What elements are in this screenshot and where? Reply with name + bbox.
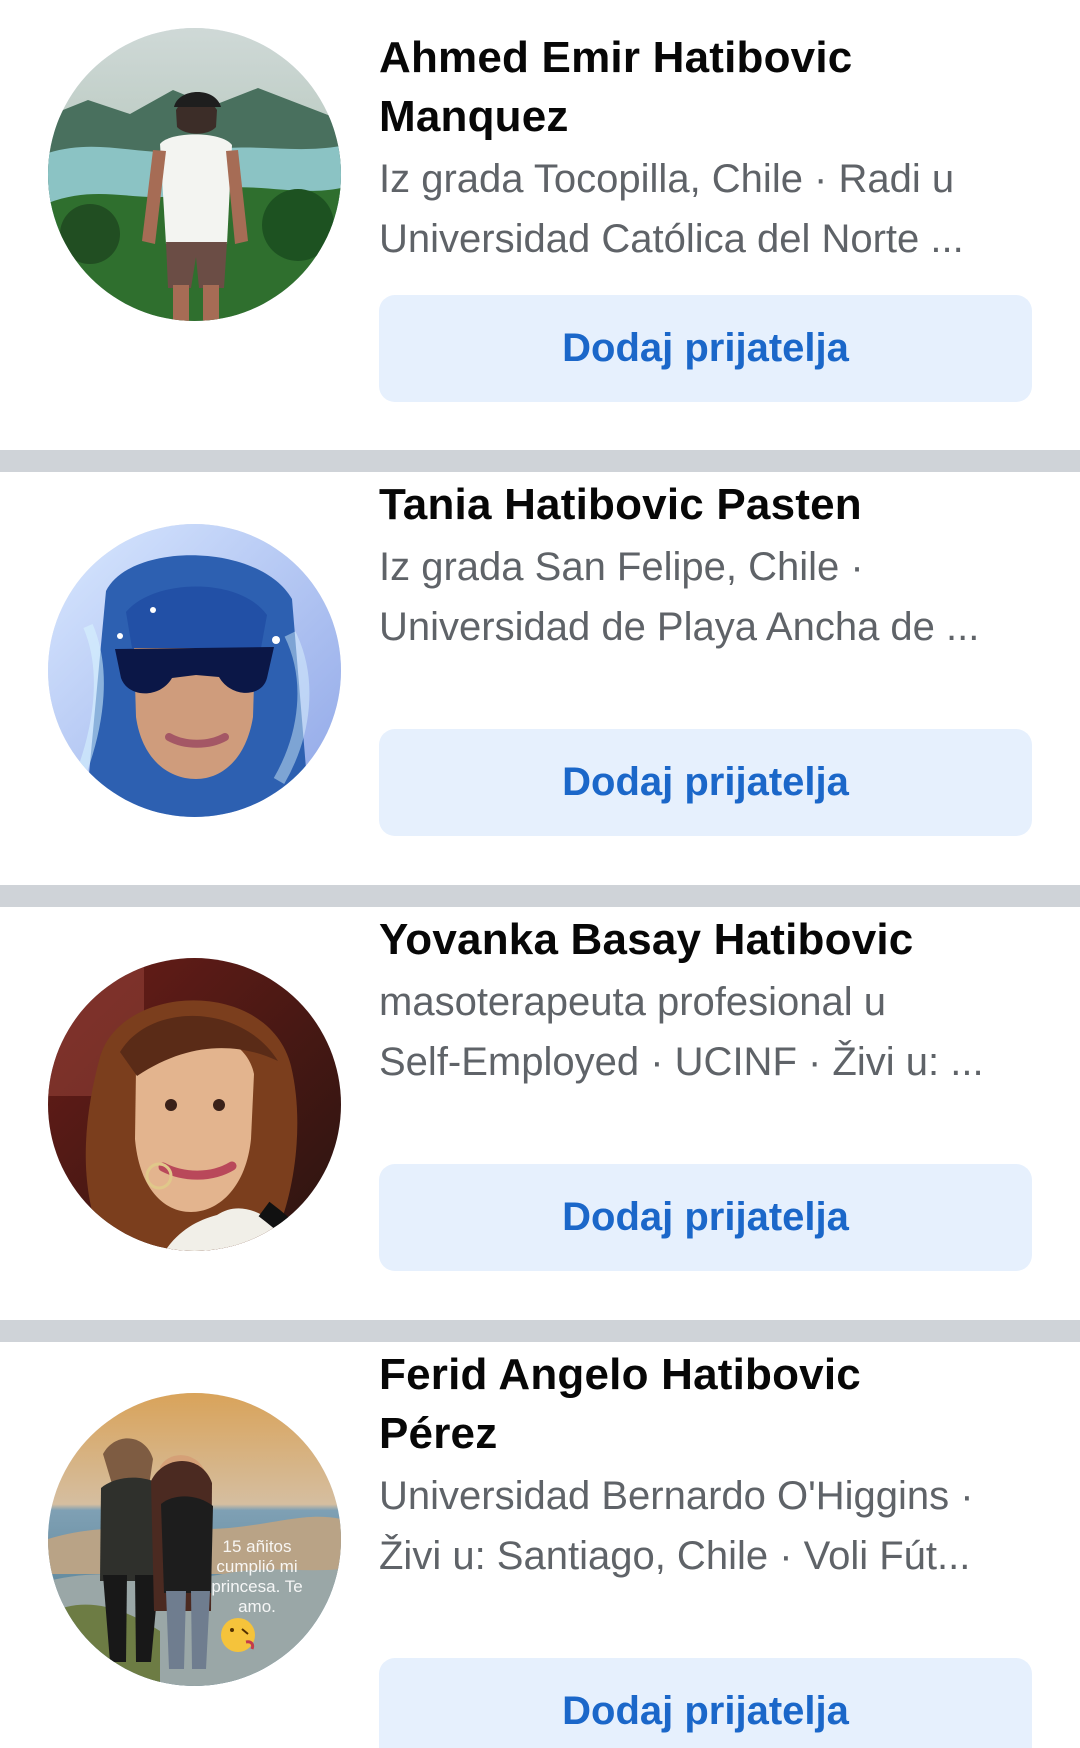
photo-caption: princesa. Te [211,1577,302,1596]
profile-meta: Universidad de Playa Ancha de ... [379,605,980,649]
photo-caption: 15 añitos [223,1537,292,1556]
people-search-results-screen: Ahmed Emir Hatibovic Manquez Iz grada To… [0,0,1080,1748]
profile-meta: Universidad Católica del Norte ... [379,217,964,261]
add-friend-button[interactable]: Dodaj prijatelja [379,1658,1032,1748]
profile-photo-icon[interactable] [48,28,341,321]
profile-details: Tania Hatibovic Pasten Iz grada San Feli… [379,475,1034,657]
search-result-card: Tania Hatibovic Pasten Iz grada San Feli… [0,472,1080,885]
profile-name[interactable]: Tania Hatibovic Pasten [379,475,1034,534]
profile-meta: Iz grada Tocopilla, Chile · Radi u [379,157,955,201]
profile-name[interactable]: Manquez [379,87,1034,146]
add-friend-button[interactable]: Dodaj prijatelja [379,1164,1032,1271]
add-friend-button[interactable]: Dodaj prijatelja [379,729,1032,836]
profile-meta: Self-Employed · UCINF · Živi u: ... [379,1040,984,1084]
photo-caption: cumplió mi [216,1557,297,1576]
profile-photo-icon [48,524,341,817]
profile-meta: masoterapeuta profesional u [379,980,886,1024]
result-divider [0,1320,1080,1342]
result-divider [0,885,1080,907]
profile-details: Ferid Angelo Hatibovic Pérez Universidad… [379,1345,1034,1586]
profile-details: Ahmed Emir Hatibovic Manquez Iz grada To… [379,28,1034,269]
profile-photo-icon [48,958,341,1251]
profile-meta: Iz grada San Felipe, Chile · [379,545,864,589]
result-divider [0,450,1080,472]
profile-photo-icon [48,28,341,321]
profile-name[interactable]: Ferid Angelo Hatibovic [379,1345,1034,1404]
profile-meta: Živi u: Santiago, Chile · Voli Fút... [379,1534,971,1578]
profile-name[interactable]: Ahmed Emir Hatibovic [379,28,1034,87]
profile-photo-icon[interactable] [48,958,341,1251]
kiss-emoji-icon [221,1618,255,1652]
profile-photo-icon[interactable] [48,524,341,817]
photo-caption: amo. [238,1597,276,1616]
profile-details: Yovanka Basay Hatibovic masoterapeuta pr… [379,910,1034,1092]
search-result-card: Ahmed Emir Hatibovic Manquez Iz grada To… [0,0,1080,450]
profile-meta: Universidad Bernardo O'Higgins · [379,1474,974,1518]
search-result-card: 15 añitos cumplió mi princesa. Te amo. F… [0,1342,1080,1748]
profile-name[interactable]: Yovanka Basay Hatibovic [379,910,1034,969]
profile-photo-icon: 15 añitos cumplió mi princesa. Te amo. [48,1393,341,1686]
search-result-card: Yovanka Basay Hatibovic masoterapeuta pr… [0,907,1080,1320]
add-friend-button[interactable]: Dodaj prijatelja [379,295,1032,402]
profile-name[interactable]: Pérez [379,1404,1034,1463]
profile-photo-icon[interactable]: 15 añitos cumplió mi princesa. Te amo. [48,1393,341,1686]
